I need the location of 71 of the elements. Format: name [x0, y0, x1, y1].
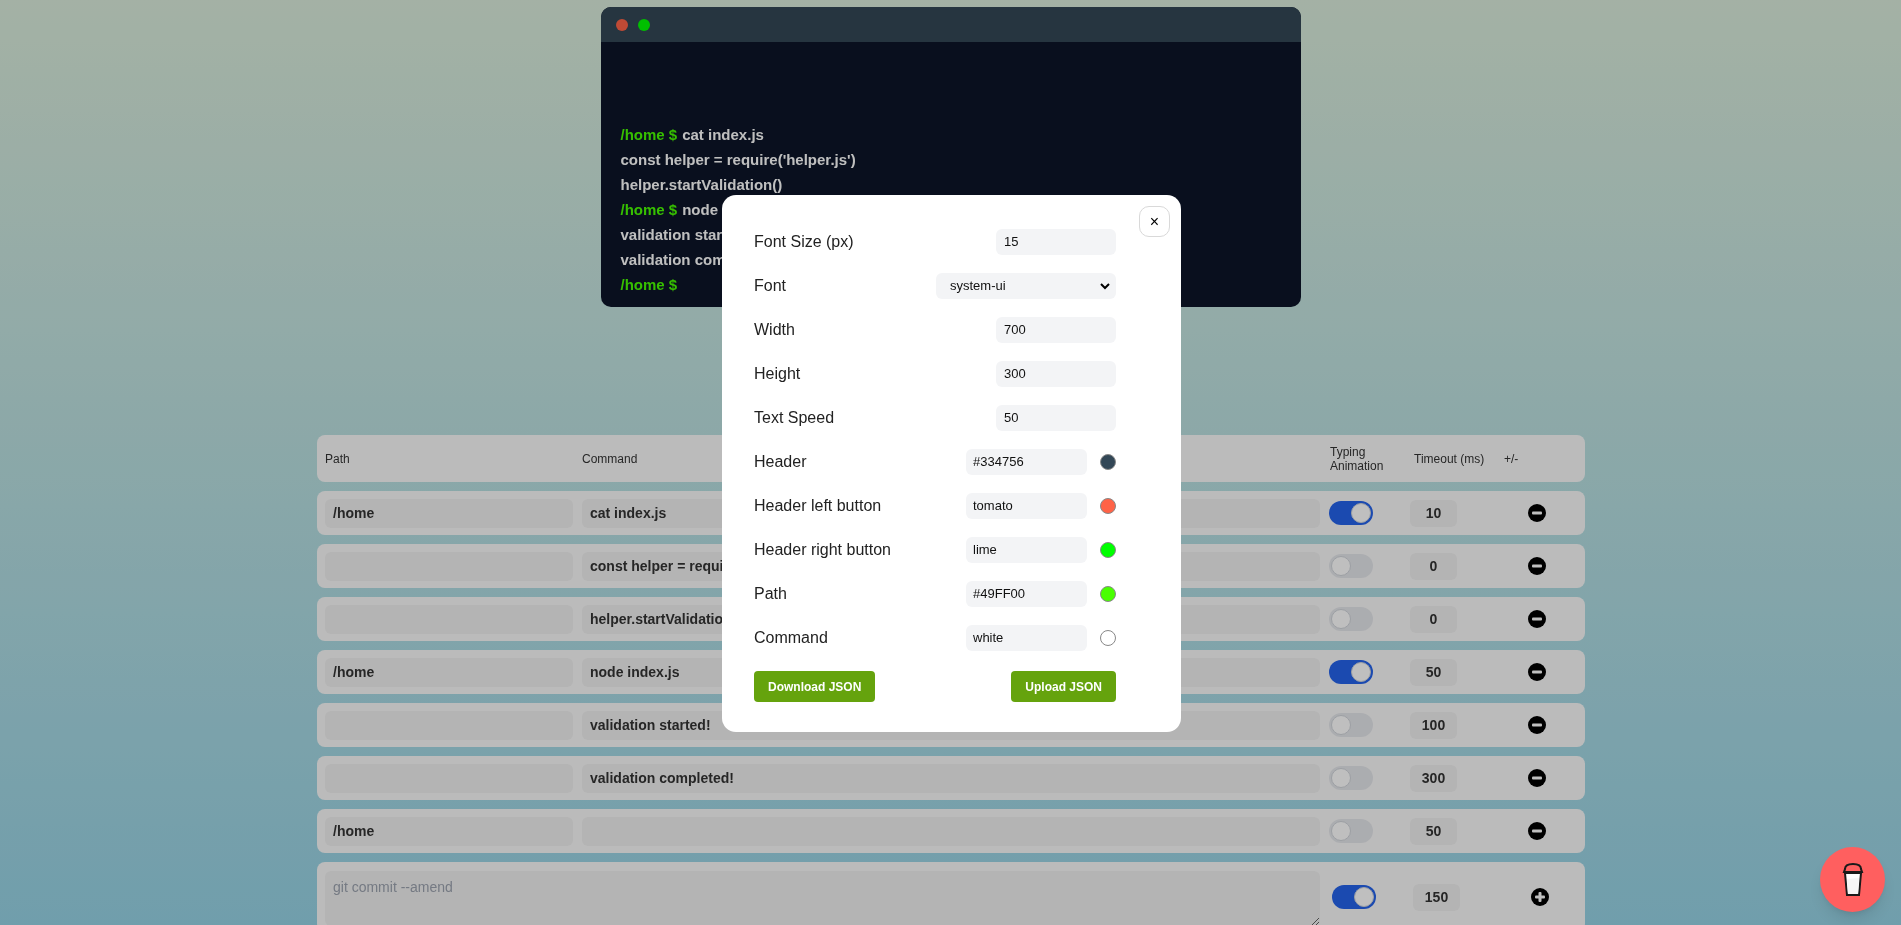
- field-label: Text Speed: [754, 407, 835, 428]
- toggle-switch[interactable]: [1329, 501, 1373, 525]
- add-icon[interactable]: [1531, 888, 1549, 906]
- remove-icon[interactable]: [1528, 769, 1546, 787]
- toggle-switch[interactable]: [1329, 607, 1373, 631]
- timeout-input[interactable]: 100: [1410, 711, 1457, 739]
- field-label: Header: [754, 451, 807, 472]
- remove-icon[interactable]: [1528, 663, 1546, 681]
- color-swatch[interactable]: [1100, 629, 1116, 646]
- number-input[interactable]: 50: [996, 404, 1116, 431]
- field-label: Header left button: [754, 495, 882, 516]
- terminal-line: validation star: [620, 225, 723, 245]
- color-input[interactable]: tomato: [966, 492, 1087, 519]
- remove-icon[interactable]: [1528, 610, 1546, 628]
- terminal-line: cat index.js: [682, 125, 764, 145]
- font-select[interactable]: system-ui: [936, 272, 1116, 299]
- timeout-input[interactable]: 0: [1410, 552, 1457, 580]
- field-label: Header right button: [754, 539, 891, 560]
- toggle-switch[interactable]: [1329, 713, 1373, 737]
- color-swatch[interactable]: [1100, 453, 1116, 470]
- toggle-switch[interactable]: [1329, 766, 1373, 790]
- path-input[interactable]: /home: [325, 816, 573, 846]
- color-input[interactable]: lime: [966, 536, 1087, 563]
- timeout-input[interactable]: 150: [1413, 883, 1460, 911]
- toggle-switch[interactable]: [1329, 660, 1373, 684]
- toggle-switch[interactable]: [1332, 885, 1376, 909]
- color-input[interactable]: #49FF00: [966, 580, 1087, 607]
- terminal-line: node: [682, 200, 719, 220]
- remove-icon[interactable]: [1528, 504, 1546, 522]
- terminal-line: const helper = require('helper.js'): [620, 150, 856, 170]
- path-input[interactable]: /home: [325, 498, 573, 528]
- field-label: Font: [754, 275, 786, 296]
- remove-icon[interactable]: [1528, 822, 1546, 840]
- column-header: +/-: [1504, 451, 1519, 466]
- field-label: Path: [754, 583, 787, 604]
- color-swatch[interactable]: [1100, 541, 1116, 558]
- field-label: Font Size (px): [754, 231, 854, 252]
- number-input[interactable]: 300: [996, 360, 1116, 387]
- command-input[interactable]: git commit --amend: [325, 871, 1320, 925]
- column-header: Typing Animation: [1330, 444, 1385, 473]
- column-header: Timeout (ms): [1414, 451, 1485, 466]
- path-input[interactable]: /home: [325, 657, 573, 687]
- column-header: Command: [582, 451, 638, 466]
- number-input[interactable]: 15: [996, 228, 1116, 255]
- remove-icon[interactable]: [1528, 716, 1546, 734]
- color-swatch[interactable]: [1100, 585, 1116, 602]
- timeout-input[interactable]: 50: [1410, 658, 1457, 686]
- color-input[interactable]: white: [966, 624, 1087, 651]
- terminal-line: helper.startValidation(): [620, 175, 783, 195]
- field-label: Command: [754, 627, 828, 648]
- timeout-input[interactable]: 300: [1410, 764, 1457, 792]
- prompt-path: /home $: [620, 275, 678, 295]
- remove-icon[interactable]: [1528, 557, 1546, 575]
- column-header: Path: [325, 451, 350, 466]
- coffee-button[interactable]: [1820, 847, 1885, 912]
- prompt-path: /home $: [620, 125, 678, 145]
- cup-icon: [1841, 862, 1864, 897]
- color-input[interactable]: #334756: [966, 448, 1087, 475]
- timeout-input[interactable]: 50: [1410, 817, 1457, 845]
- toggle-switch[interactable]: [1329, 554, 1373, 578]
- number-input[interactable]: 700: [996, 316, 1116, 343]
- prompt-path: /home $: [620, 200, 678, 220]
- color-swatch[interactable]: [1100, 497, 1116, 514]
- field-label: Height: [754, 363, 801, 384]
- timeout-input[interactable]: 0: [1410, 605, 1457, 633]
- field-label: Width: [754, 319, 795, 340]
- toggle-switch[interactable]: [1329, 819, 1373, 843]
- command-input[interactable]: validation completed!: [582, 763, 1320, 793]
- timeout-input[interactable]: 10: [1410, 499, 1457, 527]
- close-button[interactable]: ×: [1139, 206, 1170, 237]
- chevron-icon: [1100, 281, 1110, 290]
